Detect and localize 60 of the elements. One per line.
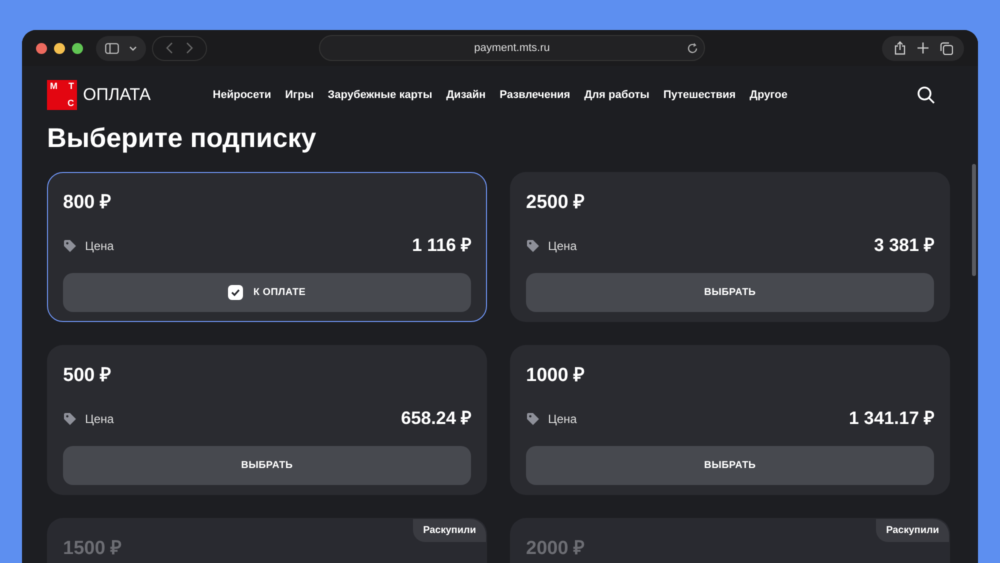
nav-link[interactable]: Развлечения [500,86,570,104]
price-tag-icon [526,412,540,426]
address-bar[interactable]: payment.mts.ru [319,35,705,61]
plan-card[interactable]: 1000 ₽ Цена 1 341.17 ₽ ВЫБРАТЬ [510,345,950,495]
close-window-button[interactable] [36,42,47,54]
url-text: payment.mts.ru [474,40,550,56]
minimize-window-button[interactable] [54,42,65,54]
price-label: Цена [548,410,577,428]
nav-link[interactable]: Другое [750,86,788,104]
nav-link[interactable]: Зарубежные карты [328,86,432,104]
checkbox-checked-icon [228,285,244,300]
price-label: Цена [85,410,114,428]
plan-card[interactable]: 2500 ₽ Цена 3 381 ₽ ВЫБРАТЬ [510,172,950,322]
nav-link[interactable]: Для работы [584,86,650,104]
price-tag-icon [63,412,77,426]
nav-link[interactable]: Игры [285,86,314,104]
reload-icon[interactable] [687,42,698,54]
price-tag-icon [63,238,77,252]
price-tag-icon [526,238,540,252]
sold-out-badge: Раскупили [413,519,486,542]
plan-card[interactable]: 800 ₽ Цена 1 116 ₽ К ОПЛАТЕ [47,172,487,322]
plan-amount: 800 ₽ [63,193,112,212]
price-label: Цена [85,238,114,254]
nav-link[interactable]: Нейросети [212,86,272,104]
plan-amount: 1500 ₽ [63,539,123,558]
sold-out-badge: Раскупили [876,519,949,542]
nav-link[interactable]: Путешествия [663,86,736,104]
price-value: 658.24 ₽ [400,407,471,430]
logo-letter: С [66,99,74,108]
zoom-window-button[interactable] [72,42,83,54]
price-value: 3 381 ₽ [874,234,934,257]
plan-amount: 500 ₽ [63,366,112,385]
select-button[interactable]: ВЫБРАТЬ [526,273,934,312]
page-title: Выберите подписку [47,125,318,152]
chevron-down-icon [129,46,137,50]
plan-amount: 1000 ₽ [526,366,586,385]
tabs-icon[interactable] [940,42,952,54]
plan-amount: 2000 ₽ [526,539,586,558]
plus-icon[interactable] [916,42,928,54]
sidebar-icon [105,42,119,54]
plan-card[interactable]: Раскупили 2000 ₽ [510,518,950,563]
select-button[interactable]: ВЫБРАТЬ [526,446,934,485]
plan-card[interactable]: Раскупили 1500 ₽ [47,518,487,563]
plan-card[interactable]: 500 ₽ Цена 658.24 ₽ ВЫБРАТЬ [47,345,487,495]
price-value: 1 341.17 ₽ [848,407,934,430]
scrollbar[interactable] [972,164,976,276]
share-icon[interactable] [894,41,906,55]
search-icon[interactable] [917,86,935,104]
plan-amount: 2500 ₽ [526,193,586,212]
price-label: Цена [548,238,577,254]
price-value: 1 116 ₽ [412,234,471,257]
select-button[interactable]: ВЫБРАТЬ [63,446,471,485]
sidebar-toggle-button[interactable] [96,36,146,60]
back-icon[interactable] [166,42,173,54]
checkout-button[interactable]: К ОПЛАТЕ [63,273,471,312]
forward-icon[interactable] [186,42,194,54]
logo-letter: Т [68,82,74,93]
nav-link[interactable]: Дизайн [446,86,486,104]
logo-letter: М [50,82,58,93]
logo-text[interactable]: ОПЛАТА [83,82,151,108]
